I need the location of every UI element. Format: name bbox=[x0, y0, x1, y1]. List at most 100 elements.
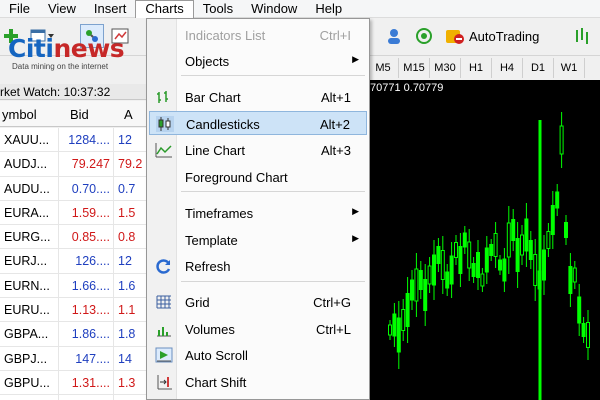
candle-body bbox=[524, 218, 529, 252]
table-row[interactable]: EURU... 1.13.... 1.1 bbox=[0, 298, 148, 323]
signals-button[interactable] bbox=[412, 24, 436, 48]
timeframe-w1[interactable]: W1 bbox=[554, 58, 585, 78]
submenu-arrow-icon: ▶ bbox=[352, 54, 359, 64]
candle-body bbox=[581, 323, 586, 337]
timeframe-h1[interactable]: H1 bbox=[461, 58, 492, 78]
row-bid: 126.... bbox=[75, 254, 110, 269]
timeframe-m30[interactable]: M30 bbox=[430, 58, 461, 78]
candle-body bbox=[405, 293, 410, 327]
table-row[interactable]: EURJ... 126.... 12 bbox=[0, 249, 148, 274]
menu-view[interactable]: View bbox=[39, 0, 85, 18]
autotrading-button[interactable]: AutoTrading bbox=[445, 24, 539, 48]
candle-body bbox=[484, 247, 489, 273]
menu-charts[interactable]: Charts bbox=[135, 0, 194, 18]
candle-body bbox=[564, 222, 568, 238]
menu-item-template[interactable]: Template ▶ bbox=[149, 228, 367, 252]
table-row[interactable]: GBPJ... 147.... 14 bbox=[0, 346, 148, 371]
line-chart-icon bbox=[155, 143, 172, 158]
row-bid: 1.59.... bbox=[71, 205, 110, 220]
table-row[interactable]: EURN... 1.66.... 1.6 bbox=[0, 273, 148, 299]
menu-item-label: Template bbox=[185, 233, 238, 248]
candle-body bbox=[546, 231, 551, 249]
timeframe-m15[interactable]: M15 bbox=[399, 58, 430, 78]
column-ask[interactable]: A bbox=[124, 107, 133, 122]
volumes-icon bbox=[157, 327, 171, 337]
menu-item-indicators-list[interactable]: Indicators List Ctrl+I bbox=[149, 23, 367, 47]
table-row[interactable]: AUDJ... 79.247 79.2 bbox=[0, 152, 148, 177]
menu-item-label: Candlesticks bbox=[186, 117, 260, 132]
submenu-arrow-icon: ▶ bbox=[352, 233, 359, 243]
table-row[interactable]: XAUU... 1284.... 12 bbox=[0, 128, 148, 153]
candle-body bbox=[568, 266, 573, 294]
menu-item-refresh[interactable]: Refresh bbox=[149, 254, 367, 278]
timeframe-m5[interactable]: M5 bbox=[368, 58, 399, 78]
menu-item-objects[interactable]: Objects ▶ bbox=[149, 49, 367, 73]
menu-separator bbox=[181, 75, 365, 76]
menu-item-candlesticks[interactable]: Candlesticks Alt+2 bbox=[149, 111, 367, 135]
charts-menu: Indicators List Ctrl+I Objects ▶ Bar Chart Al… bbox=[146, 18, 370, 400]
candle-body bbox=[489, 244, 494, 256]
menu-item-label: Foreground Chart bbox=[185, 170, 288, 185]
menu-item-line-chart[interactable]: Line Chart Alt+3 bbox=[149, 138, 367, 162]
table-row[interactable]: NZDU...0.67....0.6 bbox=[0, 395, 148, 400]
menu-item-label: Bar Chart bbox=[185, 90, 241, 105]
menu-item-chart-shift[interactable]: Chart Shift bbox=[149, 370, 367, 394]
signal-icon bbox=[416, 28, 432, 44]
row-ask: 12 bbox=[118, 133, 132, 147]
menu-item-shortcut: Ctrl+G bbox=[313, 295, 351, 310]
table-row[interactable]: GBPA... 1.86.... 1.8 bbox=[0, 322, 148, 347]
menu-item-label: Timeframes bbox=[185, 206, 254, 221]
menu-tools[interactable]: Tools bbox=[194, 0, 242, 18]
menu-window[interactable]: Window bbox=[242, 0, 306, 18]
candle-body bbox=[502, 258, 507, 282]
menu-item-bar-chart[interactable]: Bar Chart Alt+1 bbox=[149, 85, 367, 109]
row-symbol: EURJ... bbox=[4, 254, 48, 269]
table-row[interactable]: EURG... 0.85.... 0.8 bbox=[0, 225, 148, 250]
menu-item-shortcut: Alt+3 bbox=[321, 143, 351, 158]
period-separator-button[interactable] bbox=[570, 24, 594, 48]
price-chart[interactable] bbox=[368, 80, 600, 400]
column-symbol[interactable]: ymbol bbox=[2, 107, 37, 122]
candle-body bbox=[506, 222, 511, 258]
table-row[interactable]: EURA... 1.59.... 1.5 bbox=[0, 200, 148, 226]
market-watch-columns: ymbol Bid A bbox=[0, 101, 148, 127]
row-ask: 1.1 bbox=[118, 303, 136, 318]
menu-item-grid[interactable]: Grid Ctrl+G bbox=[149, 290, 367, 314]
candle-body bbox=[476, 252, 480, 278]
menu-file[interactable]: File bbox=[0, 0, 39, 18]
menu-item-label: Line Chart bbox=[185, 143, 245, 158]
menu-item-timeframes[interactable]: Timeframes ▶ bbox=[149, 201, 367, 225]
menu-item-label: Volumes bbox=[185, 322, 235, 337]
menu-item-label: Refresh bbox=[185, 259, 231, 274]
column-bid[interactable]: Bid bbox=[70, 107, 89, 122]
timeframe-d1[interactable]: D1 bbox=[523, 58, 554, 78]
candle-body bbox=[462, 232, 467, 248]
menu-item-shortcut: Ctrl+I bbox=[319, 28, 351, 43]
candle-body bbox=[445, 271, 450, 289]
chart-bars-icon bbox=[576, 28, 588, 44]
candle-body bbox=[542, 249, 546, 281]
menu-insert[interactable]: Insert bbox=[85, 0, 136, 18]
timeframe-h4[interactable]: H4 bbox=[492, 58, 523, 78]
table-row[interactable]: GBPU... 1.31.... 1.3 bbox=[0, 370, 148, 396]
candle-body bbox=[401, 309, 406, 331]
row-ask: 79.2 bbox=[118, 157, 143, 172]
menu-item-volumes[interactable]: Volumes Ctrl+L bbox=[149, 317, 367, 341]
market-button[interactable] bbox=[382, 24, 406, 48]
autotrading-label: AutoTrading bbox=[469, 28, 540, 44]
candle-body bbox=[467, 241, 472, 269]
row-ask: 1.5 bbox=[118, 205, 136, 220]
market-watch-table: XAUU... 1284.... 12 AUDJ... 79.247 79.2 AUDU..… bbox=[0, 128, 148, 400]
table-row[interactable]: AUDU... 0.70.... 0.7 bbox=[0, 176, 148, 201]
menu-item-auto-scroll[interactable]: Auto Scroll bbox=[149, 343, 367, 367]
row-bid: 1.13.... bbox=[71, 303, 110, 318]
menu-item-foreground-chart[interactable]: Foreground Chart bbox=[149, 165, 367, 189]
submenu-arrow-icon: ▶ bbox=[352, 206, 359, 216]
refresh-icon bbox=[156, 259, 171, 274]
menu-help[interactable]: Help bbox=[306, 0, 351, 18]
menu-separator bbox=[181, 281, 365, 282]
candle-body bbox=[410, 279, 414, 301]
row-symbol: GBPU... bbox=[4, 375, 50, 390]
row-symbol: GBPJ... bbox=[4, 351, 48, 366]
candle-body bbox=[572, 267, 577, 283]
